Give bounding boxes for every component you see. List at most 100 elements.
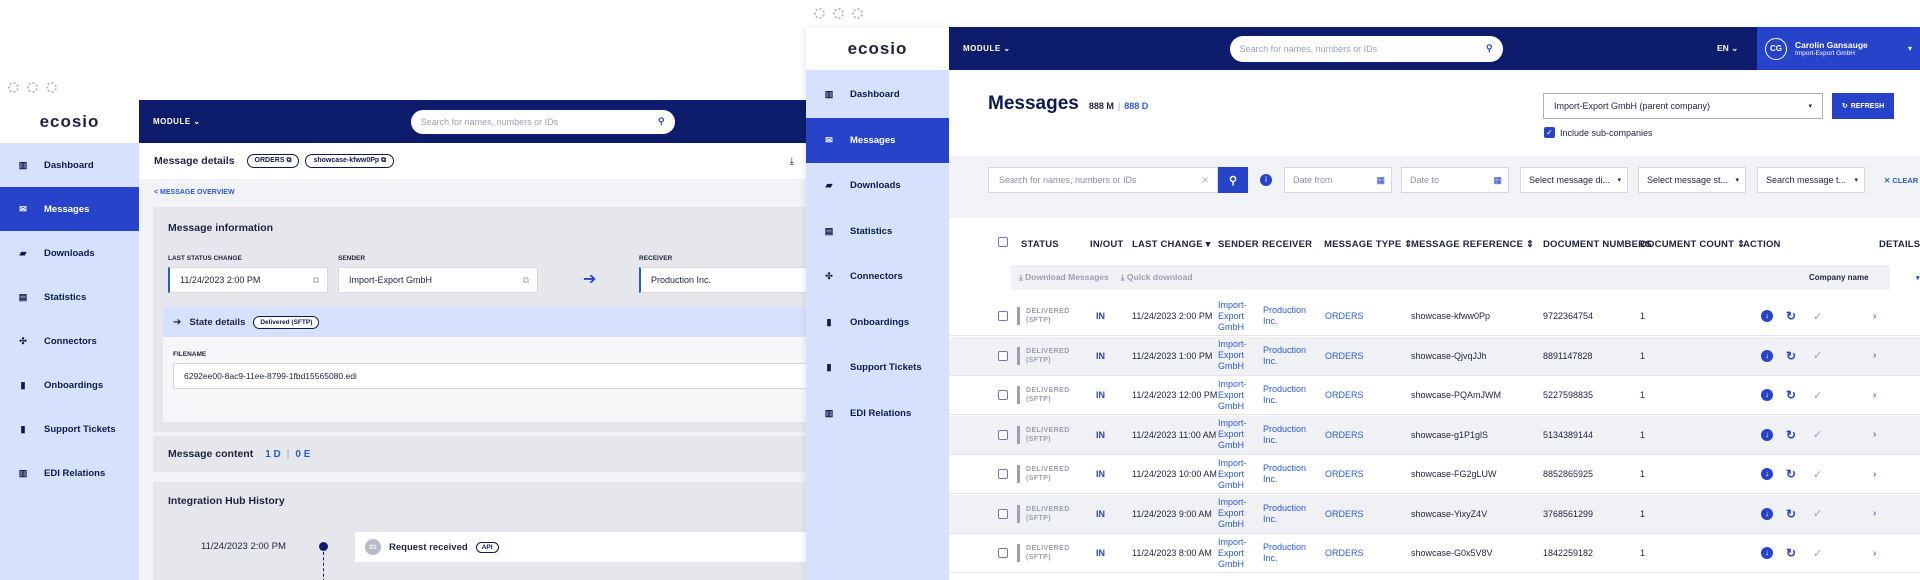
copy-icon[interactable]: ⧉ <box>381 157 386 164</box>
sender-cell[interactable]: Import-Export GmbH <box>1218 300 1252 333</box>
content-e[interactable]: 0 E <box>295 449 310 460</box>
window-dot-icon[interactable] <box>27 82 38 93</box>
copy-icon[interactable]: ⧉ <box>523 275 529 286</box>
message-type-cell[interactable]: ORDERS <box>1325 430 1364 440</box>
clear-button[interactable]: ✕ CLEAR <box>1884 176 1918 185</box>
chevron-right-icon[interactable]: › <box>1873 429 1876 440</box>
sender-cell[interactable]: Import-Export GmbH <box>1218 379 1252 412</box>
last-status-field[interactable]: 11/24/2023 2:00 PM ⧉ <box>168 267 328 293</box>
chevron-right-icon[interactable]: › <box>1873 548 1876 559</box>
type-search-select[interactable]: Search message t... ▾ <box>1757 167 1865 193</box>
col-receiver[interactable]: RECEIVER <box>1262 239 1312 250</box>
download-icon[interactable]: ↓ <box>1761 349 1773 362</box>
sidebar-item-downloads[interactable]: ▰ Downloads <box>0 231 139 275</box>
message-content-card[interactable]: Message content 1 D | 0 E <box>153 436 806 472</box>
window-dot-icon[interactable] <box>8 82 19 93</box>
message-type-cell[interactable]: ORDERS <box>1325 311 1364 321</box>
sender-cell[interactable]: Import-Export GmbH <box>1218 537 1252 570</box>
sender-cell[interactable]: Import-Export GmbH <box>1218 497 1252 530</box>
include-sub-companies[interactable]: ✓ Include sub-companies <box>1544 127 1653 138</box>
row-checkbox[interactable] <box>998 429 1008 440</box>
refresh-button[interactable]: ↻ REFRESH <box>1832 93 1894 119</box>
refresh-icon[interactable]: ↻ <box>1786 349 1796 363</box>
check-icon[interactable]: ✓ <box>1813 507 1822 520</box>
download-icon[interactable]: ↓ <box>1761 310 1773 322</box>
left-logo[interactable]: ecosio <box>0 100 139 143</box>
col-document-count[interactable]: DOCUMENT COUNT ⇕ <box>1640 239 1745 250</box>
table-row[interactable]: DELIVERED (SFTP) IN 11/24/2023 1:00 PM Impo… <box>949 336 1920 376</box>
status-select[interactable]: Select message st... ▾ <box>1638 167 1746 193</box>
col-message-type[interactable]: MESSAGE TYPE ⇕ <box>1324 239 1412 250</box>
col-last-change[interactable]: LAST CHANGE ▾ <box>1132 239 1211 250</box>
sidebar-item-statistics[interactable]: ▤ Statistics <box>0 275 139 319</box>
left-search-input[interactable]: Search for names, numbers or IDs ⚲ <box>410 109 675 134</box>
sidebar-item-dashboard[interactable]: ▥ Dashboard <box>806 72 949 118</box>
history-event-row[interactable]: 01 Request received API <box>355 532 806 562</box>
module-menu[interactable]: MODULE ⌄ <box>963 44 1011 53</box>
row-checkbox[interactable] <box>998 311 1008 321</box>
download-icon[interactable]: ↓ <box>1761 428 1773 441</box>
chevron-right-icon[interactable]: › <box>1873 508 1876 519</box>
window-dot-icon[interactable] <box>833 8 844 19</box>
message-type-cell[interactable]: ORDERS <box>1325 469 1364 479</box>
language-select[interactable]: EN ⌄ <box>1717 43 1738 54</box>
row-checkbox[interactable] <box>998 390 1008 400</box>
refresh-icon[interactable]: ↻ <box>1786 507 1796 521</box>
filter-search-button[interactable]: ⚲ <box>1218 167 1248 193</box>
chevron-right-icon[interactable]: › <box>1873 350 1876 361</box>
check-icon[interactable]: ✓ <box>1813 428 1822 441</box>
col-message-reference[interactable]: MESSAGE REFERENCE ⇕ <box>1411 239 1534 250</box>
table-row[interactable]: DELIVERED (SFTP) IN 11/24/2023 10:00 AM Imp… <box>949 455 1920 494</box>
check-icon[interactable]: ✓ <box>1813 389 1822 402</box>
receiver-cell[interactable]: Production Inc. <box>1263 384 1313 406</box>
receiver-cell[interactable]: Production Inc. <box>1263 463 1313 485</box>
col-status[interactable]: STATUS <box>1021 239 1059 250</box>
receiver-cell[interactable]: Production Inc. <box>1263 424 1313 446</box>
chevron-down-icon[interactable]: ▾ <box>1908 44 1912 53</box>
calendar-icon[interactable]: ▦ <box>1493 175 1502 186</box>
refresh-icon[interactable]: ↻ <box>1786 546 1796 560</box>
user-menu[interactable]: CG Carolin Gansauge Import-Export GmbH ▾ <box>1757 27 1920 70</box>
window-dot-icon[interactable] <box>46 82 57 93</box>
chevron-right-icon[interactable]: › <box>1873 469 1876 480</box>
sender-field[interactable]: Import-Export GmbH ⧉ <box>338 267 538 293</box>
download-icon[interactable]: ↓ <box>1761 547 1773 559</box>
filename-field[interactable]: 6292ee00-8ac9-11ee-8799-1fbd15565080.edi <box>173 363 806 389</box>
refresh-icon[interactable]: ↻ <box>1786 467 1796 481</box>
download-icon[interactable]: ↓ <box>1761 389 1773 401</box>
copy-icon[interactable]: ⧉ <box>286 157 291 164</box>
receiver-cell[interactable]: Production Inc. <box>1263 345 1313 367</box>
receiver-field[interactable]: Production Inc. <box>639 267 806 293</box>
orders-chip[interactable]: ORDERS ⧉ <box>246 154 300 168</box>
col-document-numbers[interactable]: DOCUMENT NUMBERS <box>1543 239 1652 250</box>
row-checkbox[interactable] <box>998 548 1008 558</box>
receiver-cell[interactable]: Production Inc. <box>1263 305 1313 327</box>
check-icon[interactable]: ✓ <box>1813 310 1822 323</box>
company-name-select[interactable]: Company name <box>1809 273 1869 282</box>
company-select[interactable]: Import-Export GmbH (parent company) ▾ <box>1543 93 1823 119</box>
download-icon[interactable]: ⤓ <box>790 156 794 167</box>
refresh-icon[interactable]: ↻ <box>1786 309 1796 323</box>
table-row[interactable]: DELIVERED (SFTP) IN 11/24/2023 8:00 AM Impo… <box>949 534 1920 573</box>
search-icon[interactable]: ⚲ <box>1486 43 1493 54</box>
message-type-cell[interactable]: ORDERS <box>1325 509 1364 519</box>
chevron-right-icon[interactable]: › <box>1873 311 1876 322</box>
date-to-input[interactable]: Date to ▦ <box>1401 167 1509 193</box>
right-logo[interactable]: ecosio <box>806 27 949 70</box>
filter-search-input[interactable]: Search for names, numbers or IDs ✕ <box>988 167 1218 193</box>
check-icon[interactable]: ✓ <box>1813 468 1822 481</box>
download-icon[interactable]: ↓ <box>1761 468 1773 480</box>
date-from-input[interactable]: Date from ▦ <box>1284 167 1392 193</box>
copy-icon[interactable]: ⧉ <box>313 275 319 286</box>
sidebar-item-messages[interactable]: ✉ Messages <box>806 117 949 163</box>
chevron-right-icon[interactable]: › <box>1873 390 1876 401</box>
calendar-icon[interactable]: ▦ <box>1376 175 1385 186</box>
close-icon[interactable]: ✕ <box>1201 175 1209 186</box>
window-dot-icon[interactable] <box>814 8 825 19</box>
state-details-row[interactable]: ➔ State details Delivered (SFTP) <box>163 307 806 337</box>
sidebar-item-messages[interactable]: ✉ Messages <box>0 187 139 231</box>
info-icon[interactable]: i <box>1260 174 1272 186</box>
direction-select[interactable]: Select message di... ▾ <box>1520 167 1628 193</box>
sidebar-item-connectors[interactable]: ✣ Connectors <box>0 319 139 363</box>
module-menu[interactable]: MODULE ⌄ <box>153 117 201 126</box>
